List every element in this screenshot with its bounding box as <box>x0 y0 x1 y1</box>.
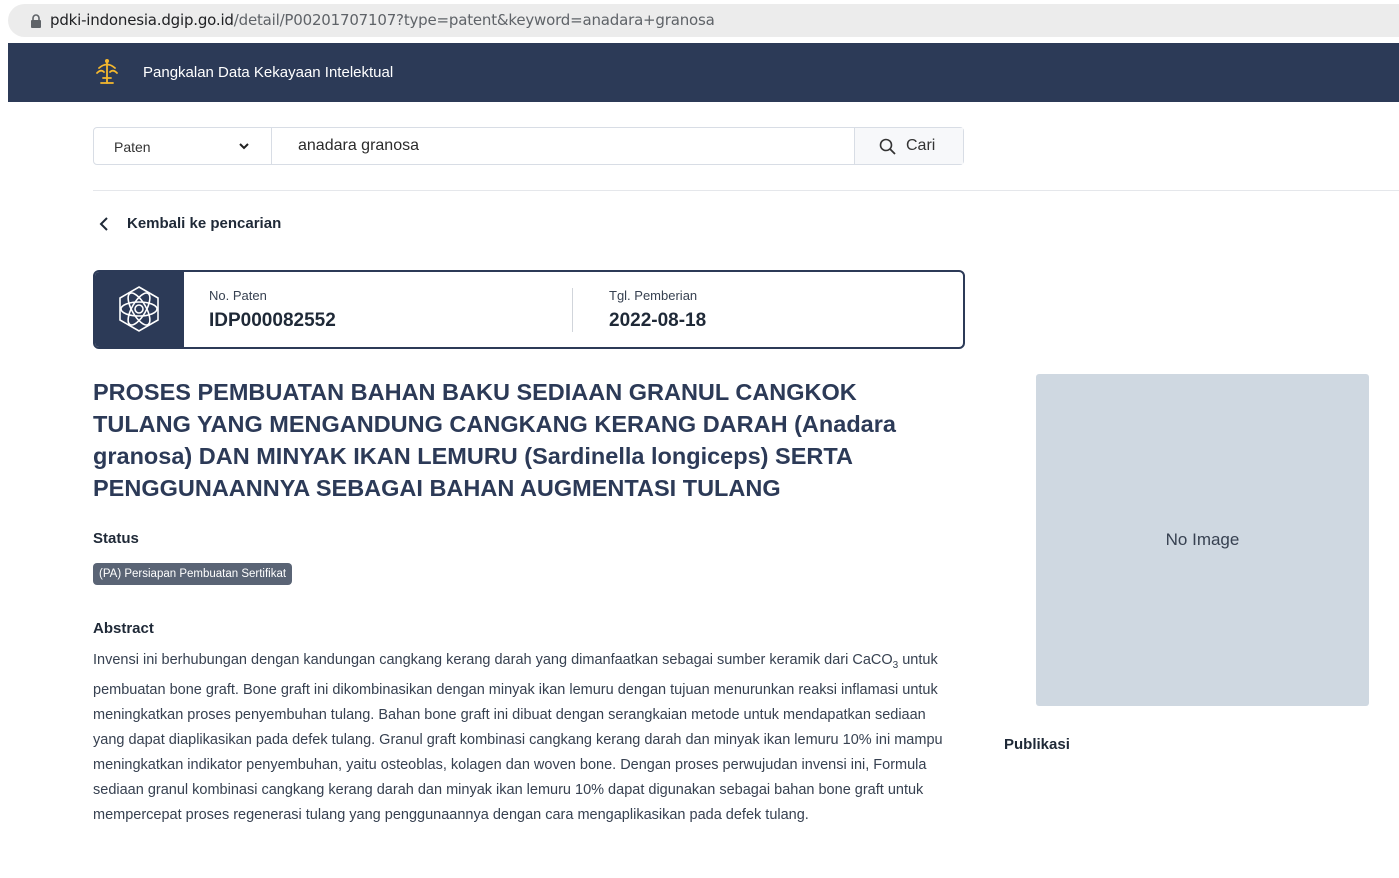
card-icon-box <box>95 272 184 347</box>
abstract-text: Invensi ini berhubungan dengan kandungan… <box>93 648 943 828</box>
status-badge: (PA) Persiapan Pembuatan Sertifikat <box>93 563 293 585</box>
atom-icon <box>119 286 159 332</box>
search-icon <box>879 138 896 155</box>
back-link-label: Kembali ke pencarian <box>127 215 282 232</box>
browser-address-bar: pdki-indonesia.dgip.go.id/detail/P002017… <box>0 0 1399 43</box>
abstract-text-part-1: Invensi ini berhubungan dengan kandungan… <box>93 652 893 668</box>
patent-info-card: No. Paten IDP000082552 Tgl. Pemberian 20… <box>93 270 965 349</box>
search-button-label: Cari <box>906 137 936 154</box>
chevron-down-icon <box>239 143 249 150</box>
url-path: /detail/P00201707107?type=patent&keyword… <box>233 11 715 29</box>
abstract-label: Abstract <box>93 620 154 637</box>
no-paten-value: IDP000082552 <box>209 310 336 331</box>
dgip-logo-icon[interactable] <box>94 58 120 86</box>
chevron-left-icon <box>99 217 108 231</box>
no-paten-label: No. Paten <box>209 288 267 303</box>
search-type-select[interactable]: Paten <box>94 128 272 164</box>
search-type-label: Paten <box>114 139 151 155</box>
url-domain: pdki-indonesia.dgip.go.id <box>50 11 234 29</box>
patent-title: PROSES PEMBUATAN BAHAN BAKU SEDIAAN GRAN… <box>93 379 896 501</box>
no-image-label: No Image <box>1165 530 1240 549</box>
search-button[interactable]: Cari <box>854 128 963 164</box>
tgl-pemberian-value: 2022-08-18 <box>609 310 707 331</box>
publikasi-heading: Publikasi <box>1004 736 1070 753</box>
tgl-pemberian-label: Tgl. Pemberian <box>609 288 698 303</box>
url-text[interactable]: pdki-indonesia.dgip.go.id/detail/P002017… <box>50 11 715 29</box>
status-label: Status <box>93 530 139 547</box>
abstract-text-part-2: untuk pembuatan bone graft. Bone graft i… <box>93 652 943 823</box>
divider <box>93 190 1399 191</box>
lock-icon <box>31 14 41 28</box>
search-bar: Paten anadara granosa Cari <box>93 127 964 165</box>
site-title[interactable]: Pangkalan Data Kekayaan Intelektual <box>143 64 393 82</box>
search-input[interactable]: anadara granosa <box>298 137 419 155</box>
top-navbar: Pangkalan Data Kekayaan Intelektual <box>8 43 1399 102</box>
patent-image-placeholder: No Image <box>1036 374 1369 706</box>
card-separator <box>572 288 573 332</box>
